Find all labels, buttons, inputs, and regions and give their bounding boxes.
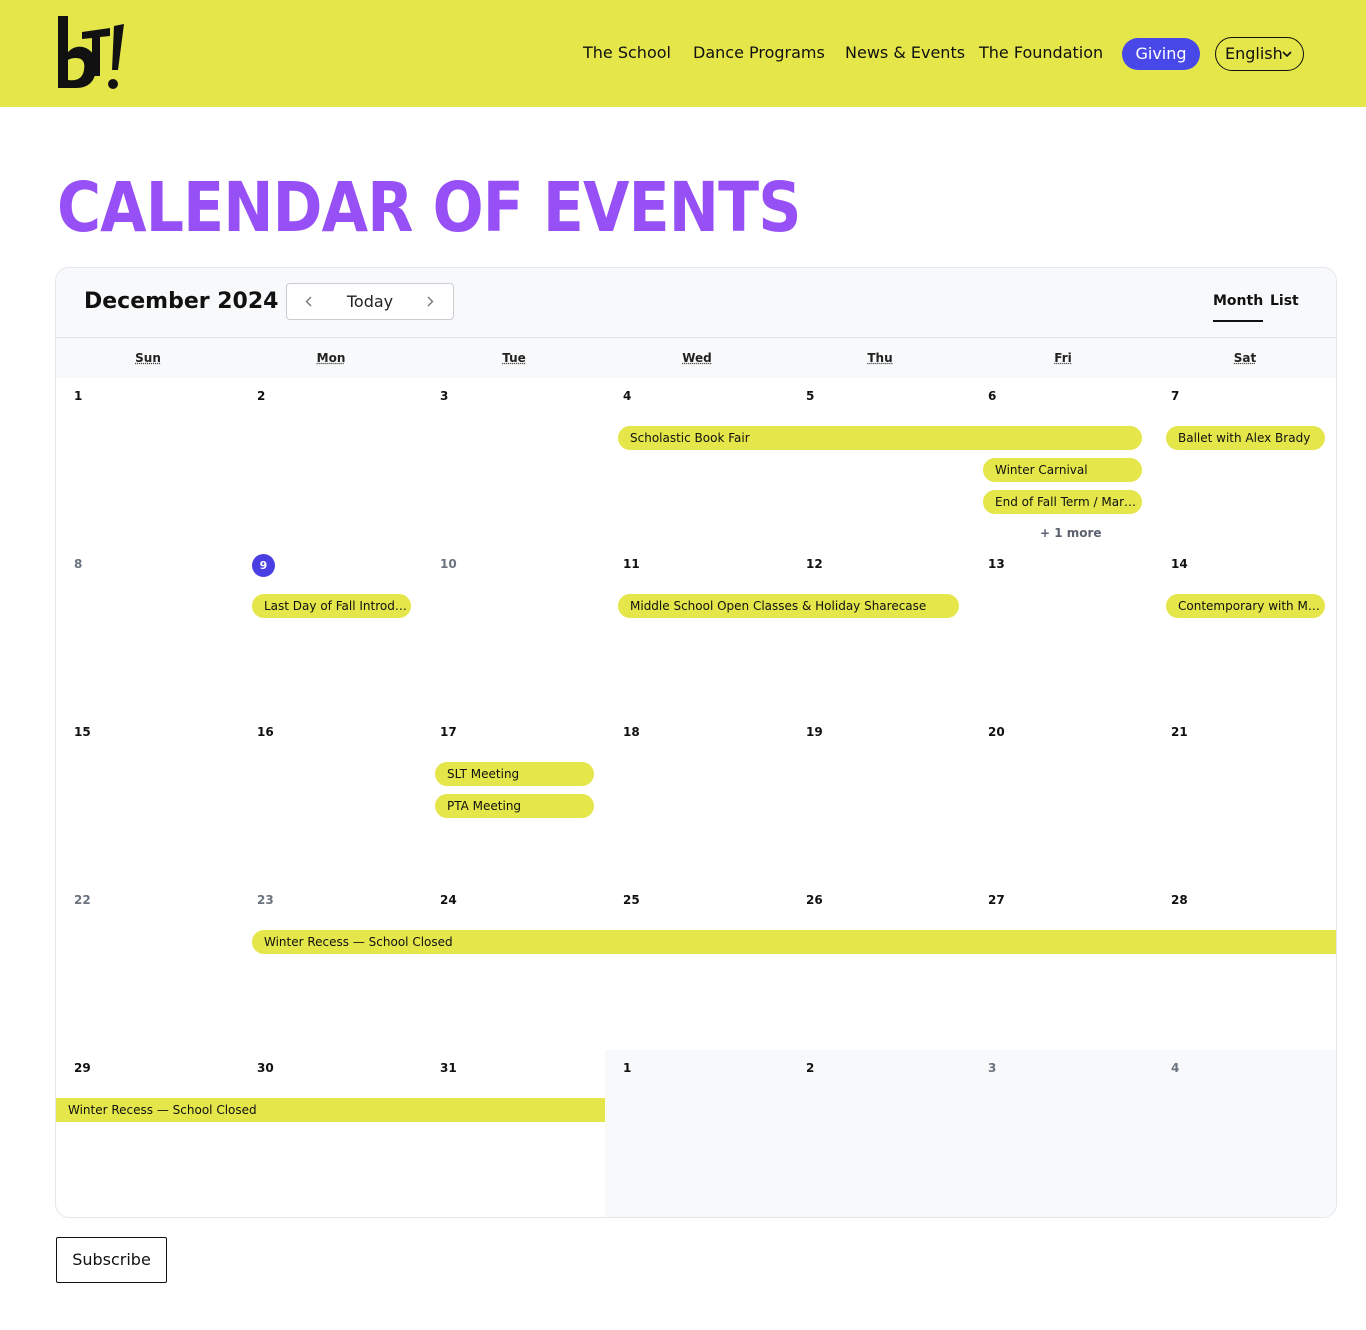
day-number[interactable]: 13 (988, 557, 1005, 571)
weekday-label: Sun (135, 351, 161, 365)
day-number[interactable]: 14 (1171, 557, 1188, 571)
today-button[interactable]: Today (327, 284, 413, 319)
day-number[interactable]: 6 (988, 389, 996, 403)
prev-month-button[interactable] (291, 284, 327, 319)
day-number[interactable]: 16 (257, 725, 274, 739)
event-winter-recess[interactable]: Winter Recess — School Closed (252, 930, 1336, 954)
weekday-label: Wed (682, 351, 712, 365)
day-number[interactable]: 20 (988, 725, 1005, 739)
event-contemporary[interactable]: Contemporary with Ma... (1166, 594, 1325, 618)
calendar-nav: Today (286, 283, 454, 320)
chevron-down-icon (1282, 51, 1292, 58)
weekday-label: Tue (502, 351, 526, 365)
event-middle-school-open-classes[interactable]: Middle School Open Classes & Holiday Sha… (618, 594, 959, 618)
day-number[interactable]: 8 (74, 557, 82, 571)
day-number[interactable]: 31 (440, 1061, 457, 1075)
language-label: English (1225, 44, 1283, 63)
day-number[interactable]: 30 (257, 1061, 274, 1075)
day-number[interactable]: 3 (988, 1061, 996, 1075)
month-title: December 2024 (84, 289, 279, 314)
day-number[interactable]: 12 (806, 557, 823, 571)
next-month-days-area (605, 1050, 1336, 1217)
nav-the-foundation[interactable]: The Foundation (979, 43, 1103, 62)
site-logo[interactable] (54, 14, 126, 94)
tab-month[interactable]: Month (1213, 293, 1264, 322)
day-number[interactable]: 10 (440, 557, 457, 571)
day-number[interactable]: 7 (1171, 389, 1179, 403)
day-number[interactable]: 26 (806, 893, 823, 907)
today-indicator[interactable]: 9 (252, 554, 275, 577)
day-number[interactable]: 21 (1171, 725, 1188, 739)
day-number[interactable]: 24 (440, 893, 457, 907)
weekday-label: Thu (867, 351, 893, 365)
day-number[interactable]: 18 (623, 725, 640, 739)
subscribe-button[interactable]: Subscribe (56, 1237, 167, 1283)
nav-news-events[interactable]: News & Events (845, 43, 965, 62)
event-scholastic-book-fair[interactable]: Scholastic Book Fair (618, 426, 1142, 450)
day-number[interactable]: 19 (806, 725, 823, 739)
event-winter-recess-continued[interactable]: Winter Recess — School Closed (56, 1098, 605, 1122)
calendar: December 2024 Today Month List Sun Mon T… (55, 267, 1337, 1218)
weekday-header: Sun Mon Tue Wed Thu Fri Sat (56, 338, 1336, 378)
chevron-left-icon (305, 296, 312, 307)
day-number[interactable]: 27 (988, 893, 1005, 907)
day-number[interactable]: 17 (440, 725, 457, 739)
day-number[interactable]: 2 (806, 1061, 814, 1075)
day-number[interactable]: 3 (440, 389, 448, 403)
day-number[interactable]: 22 (74, 893, 91, 907)
event-pta-meeting[interactable]: PTA Meeting (435, 794, 594, 818)
day-number[interactable]: 29 (74, 1061, 91, 1075)
event-ballet-alex-brady[interactable]: Ballet with Alex Brady (1166, 426, 1325, 450)
language-select[interactable]: English (1215, 37, 1304, 71)
weekday-label: Mon (316, 351, 346, 365)
day-number[interactable]: 4 (623, 389, 631, 403)
event-winter-carnival[interactable]: Winter Carnival (983, 458, 1142, 482)
weekday-label: Sat (1233, 351, 1257, 365)
nav-dance-programs[interactable]: Dance Programs (693, 43, 825, 62)
day-number[interactable]: 28 (1171, 893, 1188, 907)
day-number[interactable]: 4 (1171, 1061, 1179, 1075)
day-number[interactable]: 11 (623, 557, 640, 571)
calendar-toolbar: December 2024 Today Month List (56, 268, 1336, 338)
day-number[interactable]: 15 (74, 725, 91, 739)
day-number[interactable]: 5 (806, 389, 814, 403)
day-number[interactable]: 23 (257, 893, 274, 907)
site-header: The School Dance Programs News & Events … (0, 0, 1366, 107)
weekday-label: Fri (1054, 351, 1072, 365)
nav-the-school[interactable]: The School (583, 43, 671, 62)
giving-button[interactable]: Giving (1122, 38, 1200, 70)
day-number[interactable]: 1 (74, 389, 82, 403)
page-title: CALENDAR OF EVENTS (57, 168, 801, 248)
event-last-day-fall[interactable]: Last Day of Fall Introdu... (252, 594, 411, 618)
day-number[interactable]: 2 (257, 389, 265, 403)
more-events-link[interactable]: + 1 more (1040, 526, 1102, 540)
day-number[interactable]: 25 (623, 893, 640, 907)
event-end-fall-term[interactable]: End of Fall Term / Marki... (983, 490, 1142, 514)
event-slt-meeting[interactable]: SLT Meeting (435, 762, 594, 786)
day-number[interactable]: 1 (623, 1061, 631, 1075)
tab-list[interactable]: List (1270, 293, 1299, 309)
chevron-right-icon (427, 296, 434, 307)
next-month-button[interactable] (413, 284, 449, 319)
